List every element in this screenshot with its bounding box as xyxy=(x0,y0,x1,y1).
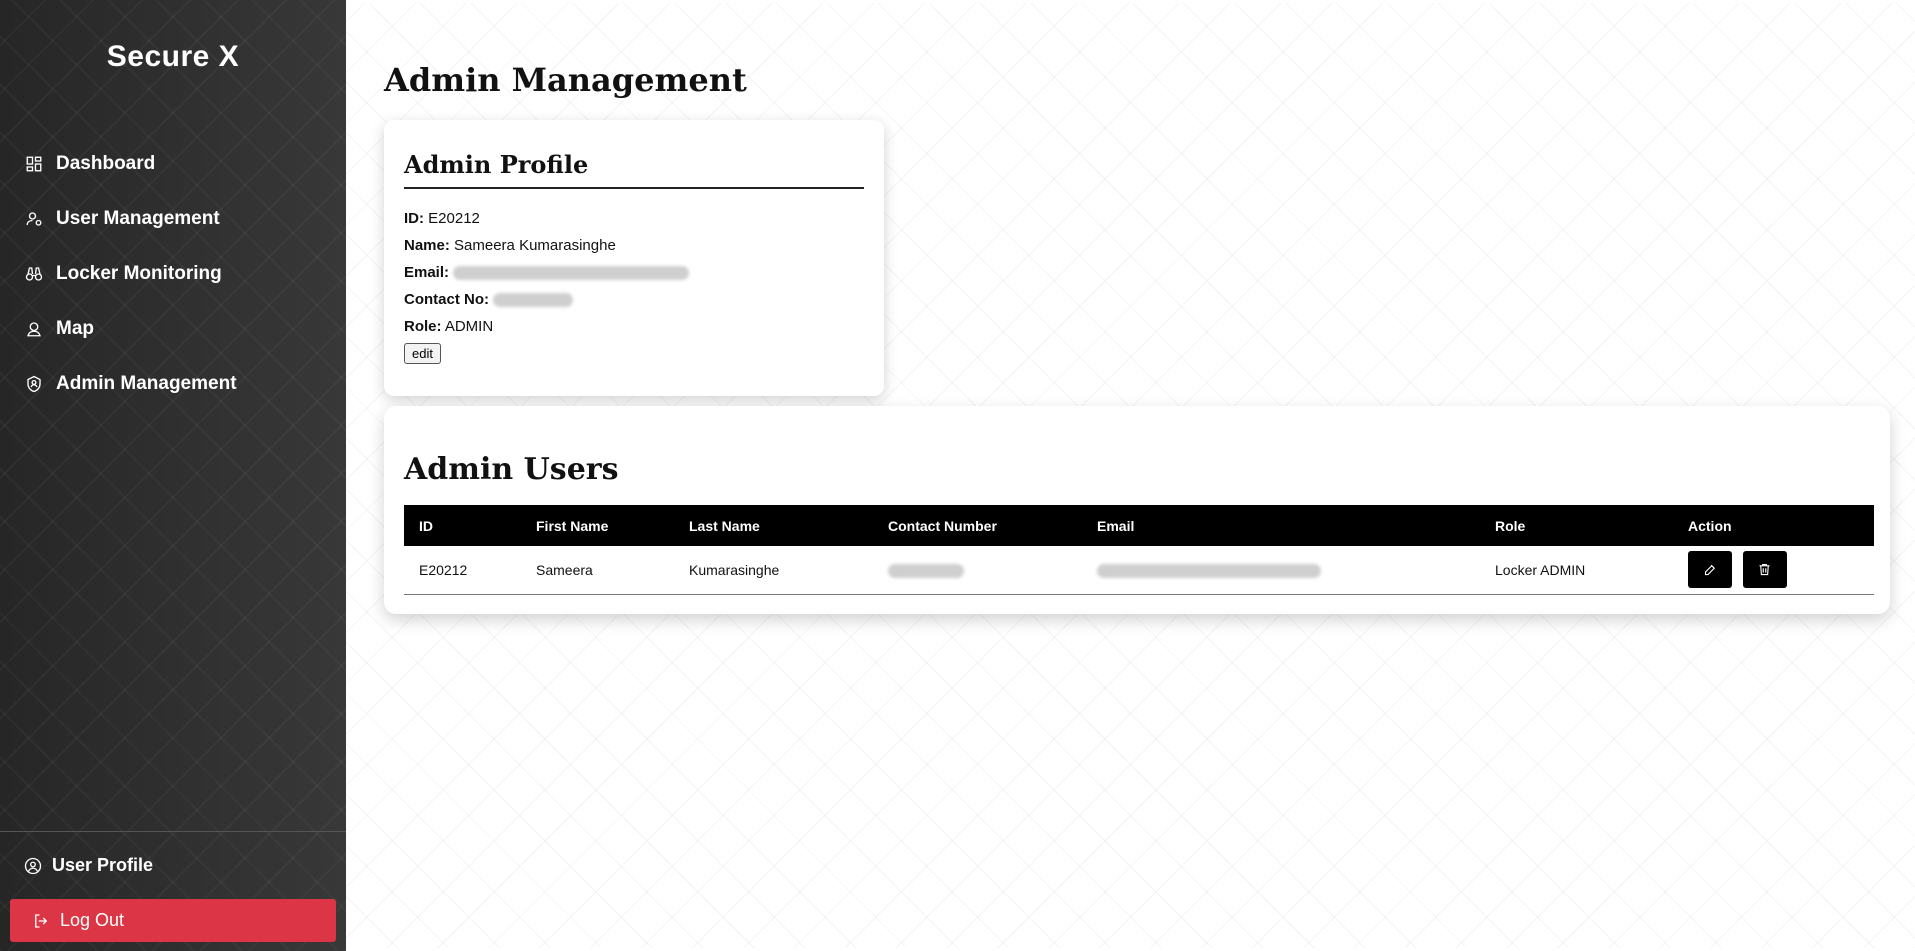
profile-id-row: ID: E20212 xyxy=(404,205,864,232)
profile-contact-label: Contact No: xyxy=(404,291,489,308)
sidebar-item-user-management[interactable]: User Management xyxy=(0,191,346,246)
profile-id-value: E20212 xyxy=(428,210,480,227)
logout-button[interactable]: Log Out xyxy=(10,899,336,942)
user-circle-icon xyxy=(24,857,42,875)
profile-role-label: Role: xyxy=(404,318,442,335)
edit-profile-button[interactable]: edit xyxy=(404,343,441,364)
profile-contact-row: Contact No: xyxy=(404,286,864,313)
cell-id: E20212 xyxy=(404,546,521,595)
profile-id-label: ID: xyxy=(404,210,424,227)
sidebar-item-label: Map xyxy=(56,317,94,339)
column-header-role: Role xyxy=(1480,505,1673,546)
cell-contact-number xyxy=(873,546,1082,595)
column-header-first-name: First Name xyxy=(521,505,674,546)
cell-email xyxy=(1082,546,1480,595)
profile-email-label: Email: xyxy=(404,264,450,281)
shield-user-icon xyxy=(24,374,44,394)
user-icon xyxy=(24,209,44,229)
map-pin-icon xyxy=(24,319,44,339)
binoculars-icon xyxy=(24,264,44,284)
redacted-contact xyxy=(888,563,964,578)
logout-label: Log Out xyxy=(60,910,125,930)
profile-role-row: Role: ADMIN xyxy=(404,313,864,340)
admin-profile-card: Admin Profile ID: E20212 Name: Sameera K… xyxy=(384,120,884,396)
sidebar-item-label: Locker Monitoring xyxy=(56,262,222,284)
logout-icon xyxy=(32,912,50,930)
table-row: E20212 Sameera Kumarasinghe Locker ADMIN xyxy=(404,546,1874,595)
sidebar-item-locker-monitoring[interactable]: Locker Monitoring xyxy=(0,246,346,301)
sidebar-item-map[interactable]: Map xyxy=(0,301,346,356)
admin-users-title: Admin Users xyxy=(404,452,619,487)
profile-name-row: Name: Sameera Kumarasinghe xyxy=(404,232,864,259)
sidebar-item-admin-management[interactable]: Admin Management xyxy=(0,356,346,411)
cell-first-name: Sameera xyxy=(521,546,674,595)
cell-role: Locker ADMIN xyxy=(1480,546,1673,595)
user-profile-link[interactable]: User Profile xyxy=(24,855,153,876)
admin-users-table: ID First Name Last Name Contact Number E… xyxy=(404,505,1874,595)
main-content: Admin Management Admin Profile ID: E2021… xyxy=(346,3,1915,948)
page-title: Admin Management xyxy=(384,61,747,99)
brand-logo: Secure X xyxy=(106,40,240,73)
profile-role-value: ADMIN xyxy=(444,318,494,335)
admin-users-card: Admin Users ID First Name Last Name Cont… xyxy=(384,406,1890,614)
sidebar-item-label: Dashboard xyxy=(56,152,156,174)
column-header-last-name: Last Name xyxy=(674,505,873,546)
profile-name-label: Name: xyxy=(404,237,450,254)
column-header-email: Email xyxy=(1082,505,1480,546)
profile-email-row: Email: xyxy=(404,259,864,286)
delete-row-button[interactable] xyxy=(1742,551,1787,589)
column-header-id: ID xyxy=(404,505,521,546)
sidebar-item-label: Admin Management xyxy=(56,372,237,394)
redacted-contact xyxy=(493,293,574,308)
table-header-row: ID First Name Last Name Contact Number E… xyxy=(404,505,1874,546)
sidebar: Secure X Dashboard User Management Locke… xyxy=(0,0,346,951)
user-profile-label: User Profile xyxy=(52,855,154,875)
admin-profile-details: ID: E20212 Name: Sameera Kumarasinghe Em… xyxy=(404,205,864,367)
edit-row-button[interactable] xyxy=(1688,551,1732,589)
column-header-action: Action xyxy=(1673,505,1874,546)
cell-action xyxy=(1673,546,1874,595)
dashboard-icon xyxy=(24,154,44,174)
profile-name-value: Sameera Kumarasinghe xyxy=(454,237,616,254)
redacted-email xyxy=(453,266,690,281)
sidebar-nav: Dashboard User Management Locker Monitor… xyxy=(0,136,346,411)
cell-last-name: Kumarasinghe xyxy=(674,546,873,595)
sidebar-item-label: User Management xyxy=(56,207,220,229)
trash-icon xyxy=(1759,564,1770,576)
admin-profile-title: Admin Profile xyxy=(404,150,864,189)
column-header-contact-number: Contact Number xyxy=(873,505,1082,546)
sidebar-divider xyxy=(0,831,346,832)
redacted-email xyxy=(1097,563,1321,578)
sidebar-item-dashboard[interactable]: Dashboard xyxy=(0,136,346,191)
edit-icon xyxy=(1704,564,1715,576)
